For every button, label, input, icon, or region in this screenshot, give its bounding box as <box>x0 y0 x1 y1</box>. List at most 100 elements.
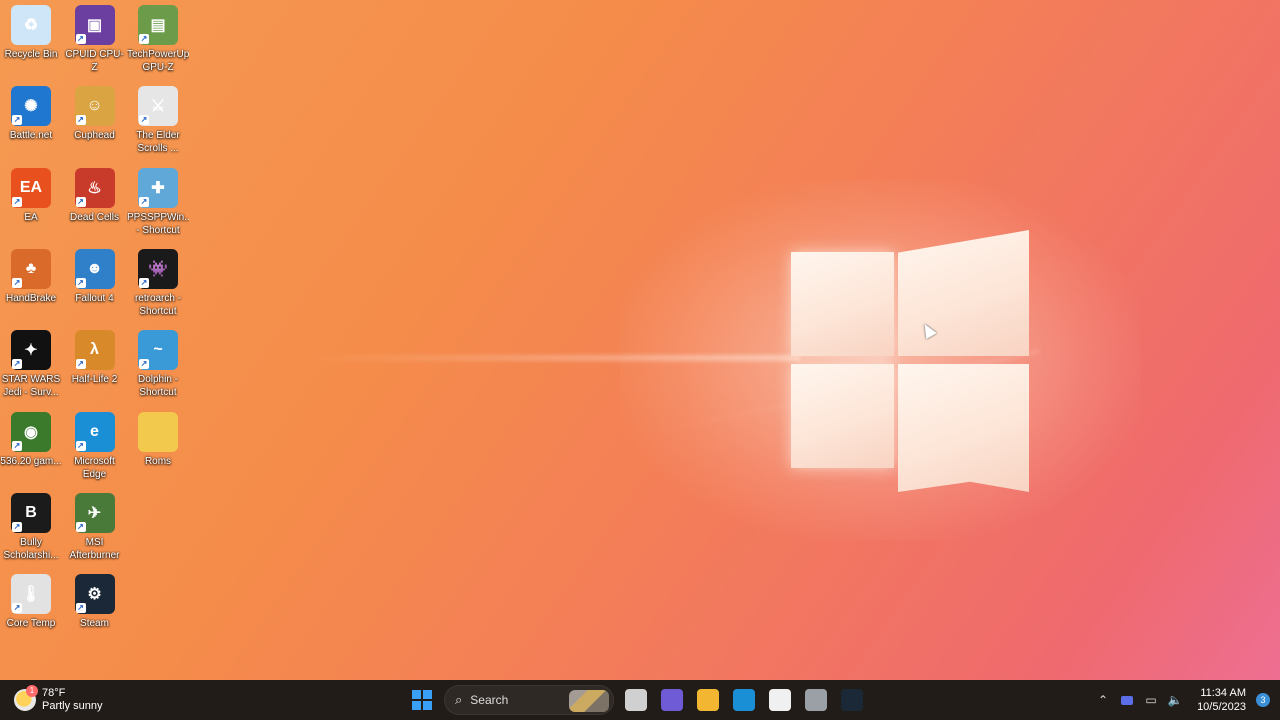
windows-wallpaper-logo <box>790 230 1030 492</box>
teams-chat-icon <box>661 689 683 711</box>
desktop-icon[interactable]: ☻ ↗ Fallout 4 <box>64 245 126 325</box>
edge-icon: e ↗ <box>74 411 115 452</box>
core-temp-icon: 🌡 ↗ <box>11 574 51 615</box>
desktop-icon[interactable]: 👾 ↗ retroarch - Shortcut <box>127 245 189 325</box>
shortcut-arrow-icon: ↗ <box>12 359 22 370</box>
desktop-icon-label: Core Temp <box>6 618 56 630</box>
taskbar-search[interactable]: ⌕ Search <box>444 685 614 715</box>
shortcut-arrow-icon: ↗ <box>75 359 86 370</box>
desktop-icon[interactable]: EA ↗ EA <box>0 164 62 244</box>
desktop-icon[interactable]: ⚙ ↗ Steam <box>64 570 126 650</box>
shortcut-arrow-icon: ↗ <box>12 440 22 451</box>
shortcut-arrow-icon: ↗ <box>75 196 86 207</box>
taskbar-task-view-button[interactable] <box>618 684 654 716</box>
desktop-icon-label: MSI Afterburner <box>69 536 120 561</box>
desktop-icon-label: Fallout 4 <box>75 292 114 304</box>
handbrake-icon: ♣ ↗ <box>11 248 51 289</box>
gpu-z-icon: ▤ ↗ <box>138 5 178 45</box>
store-icon <box>769 689 791 711</box>
notification-badge[interactable]: 3 <box>1256 693 1270 707</box>
taskbar-steam-button[interactable] <box>834 684 870 716</box>
volume-icon[interactable]: 🔈 <box>1163 684 1187 716</box>
desktop-icon-label: Cuphead <box>74 130 115 142</box>
desktop-icon-label: Microsoft Edge <box>74 455 115 480</box>
desktop-icon-label: 536.20 gam... <box>0 455 62 467</box>
desktop-icon[interactable]: ✈ ↗ MSI Afterburner <box>64 489 126 569</box>
fallout-icon: ☻ ↗ <box>74 248 115 289</box>
shortcut-arrow-icon: ↗ <box>139 34 149 44</box>
shortcut-arrow-icon: ↗ <box>12 277 22 288</box>
search-highlight-icon <box>569 690 609 712</box>
shortcut-arrow-icon: ↗ <box>12 196 22 207</box>
taskbar-settings-button[interactable] <box>798 684 834 716</box>
shortcut-arrow-icon: ↗ <box>139 196 149 207</box>
desktop-icon-label: Dead Cells <box>70 211 119 223</box>
weather-desc: Partly sunny <box>42 700 103 712</box>
weather-widget[interactable]: 1 78°F Partly sunny <box>14 684 103 716</box>
weather-badge: 1 <box>26 685 38 697</box>
shortcut-arrow-icon: ↗ <box>139 359 149 370</box>
tray-app-icon[interactable] <box>1115 684 1139 716</box>
shortcut-arrow-icon: ↗ <box>75 115 86 126</box>
desktop-icon[interactable]: ◉ ↗ 536.20 gam... <box>0 408 62 488</box>
steam-icon <box>841 689 863 711</box>
retroarch-icon: 👾 ↗ <box>138 248 178 289</box>
shortcut-arrow-icon: ↗ <box>75 521 86 532</box>
desktop-icon[interactable]: ♣ ↗ HandBrake <box>0 245 62 325</box>
battlenet-icon: ✺ ↗ <box>11 86 51 127</box>
bully-icon: B ↗ <box>11 492 51 533</box>
taskbar-teams-chat-button[interactable] <box>654 684 690 716</box>
desktop-icon[interactable]: ✚ ↗ PPSSPPWin... - Shortcut <box>127 164 189 244</box>
taskbar-store-button[interactable] <box>762 684 798 716</box>
recycle-bin-icon: ♻ <box>11 5 51 45</box>
system-tray: ⌃ ▭ 🔈 11:34 AM 10/5/2023 3 <box>1091 684 1280 716</box>
clock[interactable]: 11:34 AM 10/5/2023 <box>1197 686 1246 714</box>
desktop-icon-label: STAR WARS Jedi - Surv... <box>1 374 61 399</box>
desktop-icon-label: Recycle Bin <box>4 49 58 60</box>
chevron-up-icon[interactable]: ⌃ <box>1091 684 1115 716</box>
desktop-icon[interactable]: B ↗ Bully Scholarshi... <box>0 489 62 569</box>
shortcut-arrow-icon: ↗ <box>75 277 86 288</box>
desktop-icon[interactable]: ▣ ↗ CPUID CPU-Z <box>64 1 126 81</box>
desktop-icon[interactable]: ✦ ↗ STAR WARS Jedi - Surv... <box>0 326 62 406</box>
desktop-icon-label: CPUID CPU-Z <box>65 49 124 73</box>
dead-cells-icon: ♨ ↗ <box>74 167 115 208</box>
taskbar-center: ⌕ Search <box>404 684 870 716</box>
ppsspp-icon: ✚ ↗ <box>138 167 178 208</box>
desktop-icon-label: Bully Scholarshi... <box>3 536 59 561</box>
taskbar: 1 78°F Partly sunny ⌕ Search ⌃ ▭ 🔈 11:34… <box>0 680 1280 720</box>
taskbar-file-explorer-button[interactable] <box>690 684 726 716</box>
ea-icon: EA ↗ <box>11 167 51 208</box>
desktop-icon[interactable]: ☺ ↗ Cuphead <box>64 82 126 162</box>
desktop-icon[interactable]: ~ ↗ Dolphin - Shortcut <box>127 326 189 406</box>
desktop-icon[interactable]: ⚔ ↗ The Elder Scrolls ... <box>127 82 189 162</box>
half-life-icon: λ ↗ <box>74 330 115 371</box>
shortcut-arrow-icon: ↗ <box>139 277 149 288</box>
cuphead-icon: ☺ ↗ <box>74 86 115 127</box>
desktop-icon-label: The Elder Scrolls ... <box>136 130 180 155</box>
shortcut-arrow-icon: ↗ <box>12 603 22 614</box>
desktop-icon[interactable]: ♻ Recycle Bin <box>0 1 62 81</box>
wallpaper-light-beam <box>300 355 800 361</box>
desktop-icon-label: TechPowerUp GPU-Z <box>127 49 189 73</box>
msi-afterburner-icon: ✈ ↗ <box>74 492 115 533</box>
desktop-icon[interactable]: ▤ ↗ TechPowerUp GPU-Z <box>127 1 189 81</box>
start-button[interactable] <box>404 684 440 716</box>
desktop-icon-label: Roms <box>144 455 172 467</box>
clock-time: 11:34 AM <box>1200 687 1246 699</box>
desktop-icon-label: HandBrake <box>5 292 57 304</box>
network-icon[interactable]: ▭ <box>1139 684 1163 716</box>
desktop-icon-label: Steam <box>80 618 109 630</box>
desktop-icon[interactable]: ♨ ↗ Dead Cells <box>64 164 126 244</box>
desktop-icon[interactable]: Roms <box>127 408 189 488</box>
desktop-icon[interactable]: ✺ ↗ Battle.net <box>0 82 62 162</box>
taskbar-edge-button[interactable] <box>726 684 762 716</box>
cpu-z-icon: ▣ ↗ <box>74 5 115 45</box>
desktop-icon[interactable]: λ ↗ Half-Life 2 <box>64 326 126 406</box>
desktop-icon-label: Dolphin - Shortcut <box>137 374 179 399</box>
desktop-icon[interactable]: 🌡 ↗ Core Temp <box>0 570 62 650</box>
partly-sunny-icon: 1 <box>14 685 38 711</box>
shortcut-arrow-icon: ↗ <box>75 440 86 451</box>
desktop-icon[interactable]: e ↗ Microsoft Edge <box>64 408 126 488</box>
shortcut-arrow-icon: ↗ <box>75 34 86 44</box>
